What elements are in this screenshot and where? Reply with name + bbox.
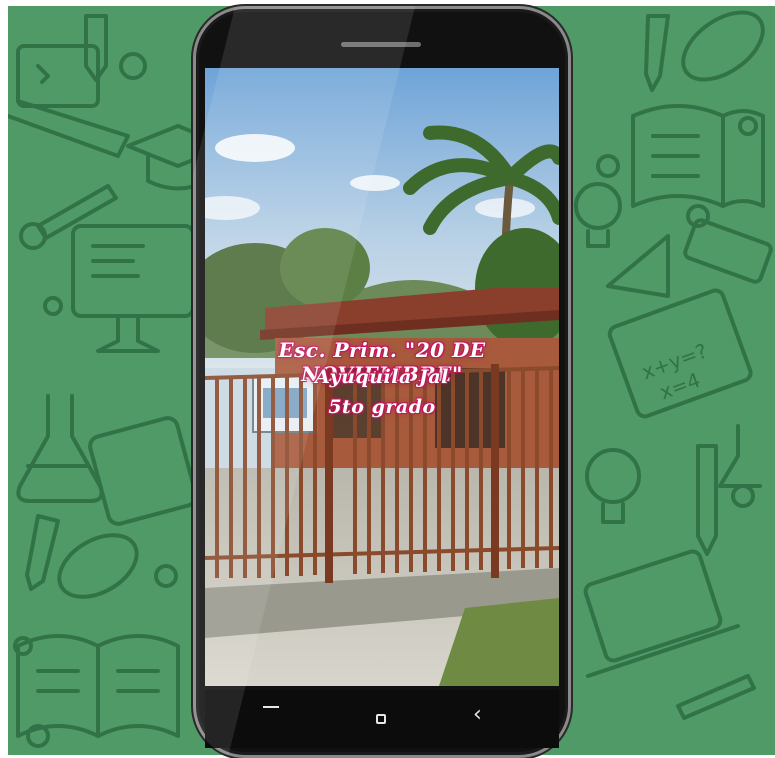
phone-speaker	[341, 42, 421, 47]
recent-apps-icon[interactable]	[263, 706, 279, 708]
pencil-icon	[676, 674, 756, 720]
flask-icon	[718, 424, 762, 488]
pencil-icon	[36, 184, 118, 240]
chalkboard-icon: x+y=? x=4	[607, 288, 753, 419]
circle-doodle	[596, 154, 620, 178]
circle-doodle	[731, 484, 755, 508]
grade-caption: 5to grado	[328, 396, 436, 418]
book-icon	[88, 416, 198, 526]
pencil-icon	[644, 14, 670, 92]
location-caption: Ayuquila Jal	[315, 366, 449, 388]
light-bulb-icon	[585, 448, 641, 524]
laptop-icon	[583, 549, 740, 678]
light-bulb-icon	[574, 182, 622, 248]
circle-doodle	[154, 564, 178, 588]
open-book-icon	[16, 634, 180, 738]
circle-doodle	[119, 52, 147, 80]
video-screen[interactable]: Esc. Prim. "20 DE NOVIEMBRE" Ayuquila Ja…	[205, 68, 559, 686]
android-navigation-bar: ‹	[205, 690, 559, 748]
triangle-ruler-icon	[606, 234, 670, 298]
rugby-ball-icon	[57, 533, 139, 599]
laptop-icon	[8, 44, 130, 158]
pen-icon	[696, 444, 718, 556]
monitor-icon	[71, 224, 195, 353]
pencil-icon	[25, 514, 60, 591]
home-icon[interactable]	[376, 714, 386, 724]
eraser-icon	[683, 218, 773, 284]
phone-frame: Esc. Prim. "20 DE NOVIEMBRE" Ayuquila Ja…	[193, 6, 571, 758]
back-icon[interactable]: ‹	[473, 704, 482, 726]
rugby-ball-icon	[681, 10, 765, 82]
